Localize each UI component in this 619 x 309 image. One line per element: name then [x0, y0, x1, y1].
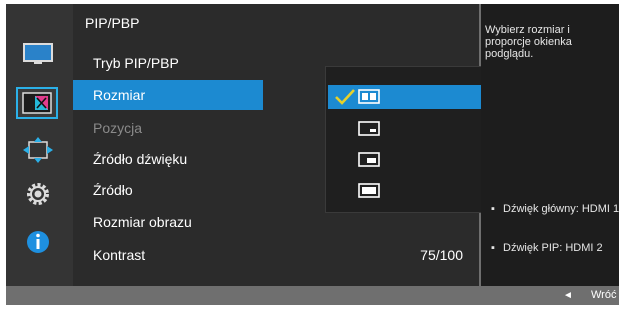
category-sidebar — [6, 4, 73, 286]
menu-item-label: Źródło — [93, 182, 133, 198]
menu-item-size[interactable]: Rozmiar — [73, 80, 263, 110]
menu-item-label: Tryb PIP/PBP — [93, 55, 179, 71]
large-window-icon — [358, 183, 380, 198]
bottom-bar: ◄ Wróć — [6, 286, 619, 305]
osd-window: PIP/PBP Tryb PIP/PBP Rozmiar Pozycja Źró… — [6, 4, 619, 305]
contrast-value: 75/100 — [420, 247, 463, 263]
info-text: Dźwięk PIP: HDMI 2 — [503, 242, 603, 254]
position-icon[interactable] — [20, 136, 56, 164]
system-gear-icon[interactable] — [20, 180, 56, 208]
info-icon[interactable] — [20, 228, 56, 256]
pip-pbp-menu: PIP/PBP Tryb PIP/PBP Rozmiar Pozycja Źró… — [73, 4, 535, 286]
color-icon[interactable] — [16, 87, 58, 119]
back-arrow-icon[interactable]: ◄ — [563, 290, 573, 301]
menu-item-label: Kontrast — [93, 247, 146, 263]
help-description: Wybierz rozmiar i proporcje okienka podg… — [485, 24, 572, 60]
help-panel: Wybierz rozmiar i proporcje okienka podg… — [481, 4, 619, 286]
menu-item-label: Pozycja — [93, 120, 143, 136]
back-label[interactable]: Wróć — [591, 289, 616, 301]
medium-window-icon — [358, 152, 380, 167]
menu-title: PIP/PBP — [85, 15, 140, 31]
menu-item-contrast[interactable]: Kontrast 75/100 — [73, 240, 479, 270]
bullet-icon: ▪ — [491, 242, 495, 254]
menu-item-label: Rozmiar — [93, 87, 146, 103]
split-window-icon — [358, 89, 380, 104]
bullet-icon: ▪ — [491, 203, 495, 215]
check-icon — [335, 89, 355, 105]
menu-item-label: Rozmiar obrazu — [93, 214, 192, 230]
menu-item-label: Źródło dźwięku — [93, 151, 188, 167]
info-text: Dźwięk główny: HDMI 1 — [503, 203, 619, 215]
picture-icon[interactable] — [20, 40, 56, 68]
small-window-icon — [358, 121, 380, 136]
